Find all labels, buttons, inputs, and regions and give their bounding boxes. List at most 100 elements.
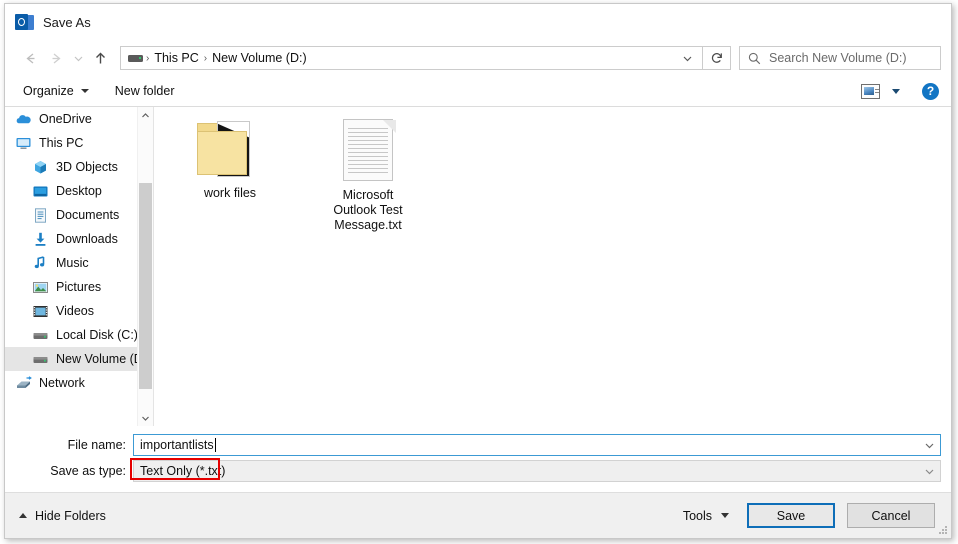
scrollbar-thumb[interactable] (139, 183, 152, 389)
address-breadcrumb-bar[interactable]: › This PC › New Volume (D:) (120, 46, 703, 70)
drive-icon (32, 327, 49, 344)
sidebar-item-network[interactable]: Network (5, 371, 153, 395)
dialog-body: OneDrive This PC 3D Objects Desktop Document… (5, 106, 951, 426)
sidebar-item-documents[interactable]: Documents (5, 203, 153, 227)
drive-icon (128, 53, 143, 64)
navigation-sidebar: OneDrive This PC 3D Objects Desktop Document… (5, 107, 154, 426)
text-cursor (214, 438, 216, 452)
text-document-icon (339, 119, 397, 181)
cloud-icon (15, 111, 32, 128)
save-button[interactable]: Save (747, 503, 835, 528)
refresh-icon[interactable] (703, 46, 731, 70)
chevron-down-icon (80, 89, 89, 93)
sidebar-item-onedrive[interactable]: OneDrive (5, 107, 153, 131)
hide-folders-button[interactable]: Hide Folders (19, 509, 106, 523)
file-name-input[interactable]: importantlists (133, 434, 941, 456)
chevron-up-icon (19, 513, 27, 518)
drive-icon (32, 351, 49, 368)
footer-actions: Tools Save Cancel (683, 503, 935, 528)
dialog-footer: Hide Folders Tools Save Cancel (5, 492, 951, 538)
forward-arrow-icon[interactable] (43, 45, 69, 71)
breadcrumb-chevron-down-icon[interactable] (674, 47, 700, 69)
chevron-down-icon (721, 513, 729, 518)
sidebar-item-label: This PC (39, 136, 84, 150)
sidebar-item-label: Local Disk (C:) (56, 328, 138, 342)
music-icon (32, 255, 49, 272)
organize-button[interactable]: Organize (23, 84, 89, 98)
outlook-icon (15, 13, 34, 32)
tools-button[interactable]: Tools (683, 509, 729, 523)
sidebar-item-label: Videos (56, 304, 94, 318)
file-name-value: importantlists (140, 438, 214, 452)
new-folder-button[interactable]: New folder (115, 84, 175, 98)
save-as-type-label-text: Save as type: (50, 464, 126, 478)
sidebar-item-3d-objects[interactable]: 3D Objects (5, 155, 153, 179)
save-as-type-row: Save as type: Text Only (*.txt) (5, 458, 941, 482)
navigation-bar: › This PC › New Volume (D:) Search New V… (5, 40, 951, 76)
search-icon (748, 52, 761, 64)
cube-icon (32, 159, 49, 176)
sidebar-item-label: Music (56, 256, 89, 270)
file-item-text-document[interactable]: Microsoft Outlook Test Message.txt (320, 119, 416, 233)
sidebar-item-label: Pictures (56, 280, 102, 294)
save-as-type-value: Text Only (*.txt) (140, 464, 226, 478)
sidebar-item-label: Desktop (56, 184, 102, 198)
breadcrumb-item-this-pc[interactable]: This PC (150, 51, 202, 65)
sidebar-item-videos[interactable]: Videos (5, 299, 153, 323)
window-title: Save As (43, 14, 91, 30)
hide-folders-label: Hide Folders (35, 508, 106, 523)
pictures-icon (32, 279, 49, 296)
sidebar-scrollbar[interactable] (137, 107, 153, 426)
resize-grip[interactable] (938, 525, 948, 535)
monitor-icon (15, 135, 32, 152)
sidebar-item-label: 3D Objects (56, 160, 118, 174)
file-name-row: File name: importantlists (5, 434, 941, 456)
save-as-dialog: Save As › This PC › New Volume (D:) Sear… (4, 3, 952, 539)
sidebar-item-music[interactable]: Music (5, 251, 153, 275)
up-arrow-icon[interactable] (87, 45, 113, 71)
file-name-label: work files (203, 186, 257, 200)
help-icon[interactable]: ? (922, 82, 939, 100)
search-placeholder: Search New Volume (D:) (769, 51, 907, 65)
view-layout-icon[interactable] (861, 83, 880, 99)
videos-icon (32, 303, 49, 320)
sidebar-item-label: Documents (56, 208, 120, 222)
view-chevron-down-icon[interactable] (892, 88, 900, 94)
scroll-down-chevron-down-icon[interactable] (138, 410, 153, 426)
sidebar-item-label: New Volume (D: (56, 352, 147, 366)
new-folder-label: New folder (114, 84, 175, 98)
sidebar-item-new-volume-d[interactable]: New Volume (D: (5, 347, 153, 371)
search-input[interactable]: Search New Volume (D:) (739, 46, 941, 70)
command-bar-right: ? (861, 82, 939, 100)
sidebar-list: OneDrive This PC 3D Objects Desktop Document… (5, 107, 153, 395)
back-arrow-icon[interactable] (17, 45, 43, 71)
network-icon (15, 375, 32, 392)
download-icon (32, 231, 49, 248)
recent-locations-chevron-down-icon[interactable] (69, 45, 87, 71)
command-bar: Organize New folder ? (5, 76, 951, 106)
sidebar-item-local-disk-c[interactable]: Local Disk (C:) (5, 323, 153, 347)
folder-icon (195, 119, 265, 179)
sidebar-item-label: OneDrive (39, 112, 92, 126)
sidebar-item-this-pc[interactable]: This PC (5, 131, 153, 155)
breadcrumb-item-new-volume[interactable]: New Volume (D:) (208, 51, 310, 65)
sidebar-item-pictures[interactable]: Pictures (5, 275, 153, 299)
sidebar-item-downloads[interactable]: Downloads (5, 227, 153, 251)
organize-label: Organize (23, 84, 74, 98)
file-name-label-text: File name: (67, 438, 126, 452)
file-list-pane[interactable]: work files Microsoft Outlook Test Messag… (154, 107, 951, 426)
file-item-folder[interactable]: work files (182, 119, 278, 201)
sidebar-item-label: Downloads (56, 232, 118, 246)
sidebar-item-desktop[interactable]: Desktop (5, 179, 153, 203)
save-as-type-select[interactable]: Text Only (*.txt) (130, 458, 941, 482)
file-fields: File name: importantlists Save as type: … (5, 426, 951, 492)
desktop-icon (32, 183, 49, 200)
tools-label: Tools (682, 508, 712, 523)
sidebar-item-label: Network (39, 376, 85, 390)
save-as-type-chevron-down-icon[interactable] (918, 466, 940, 477)
cancel-button[interactable]: Cancel (847, 503, 935, 528)
file-name-chevron-down-icon[interactable] (918, 440, 940, 451)
documents-icon (32, 207, 49, 224)
scroll-up-chevron-up-icon[interactable] (138, 107, 153, 123)
title-bar: Save As (5, 4, 951, 40)
